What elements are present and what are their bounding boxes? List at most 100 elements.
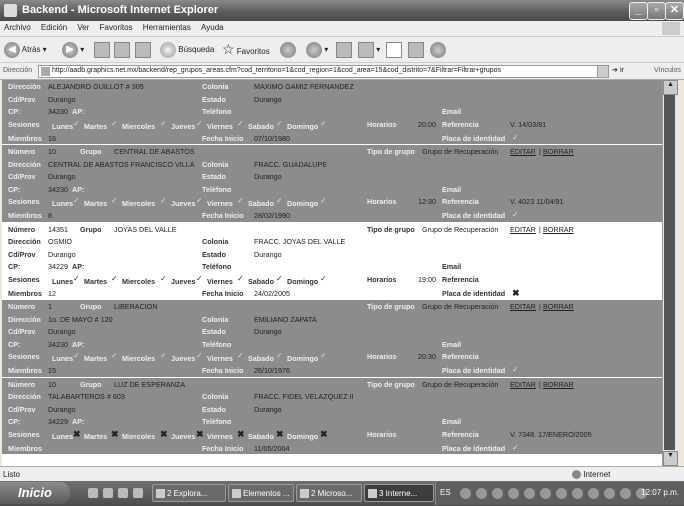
menu-archivo[interactable]: Archivo: [0, 21, 35, 34]
tray-icon[interactable]: [620, 488, 631, 499]
edit-link[interactable]: EDITAR: [510, 147, 536, 156]
colonia-value: MAXIMO GAMIZ FERNANDEZ: [254, 82, 354, 91]
address-row: Dirección 1o. DE MAYO # 120 Colonia EMILIAN…: [2, 313, 662, 326]
tray-icon[interactable]: [524, 488, 535, 499]
scroll-down-icon[interactable]: ▼: [663, 451, 678, 466]
language-indicator[interactable]: ES: [440, 488, 451, 497]
menu-edicion[interactable]: Edición: [37, 21, 71, 34]
group-record: Número 14351 Grupo JOYAS DEL VALLE Tipo de g…: [2, 222, 662, 300]
day-label: Viernes: [207, 121, 233, 131]
refresh-button[interactable]: [114, 41, 130, 58]
history-icon: [280, 41, 296, 58]
tray-icon[interactable]: [492, 488, 503, 499]
link-separator: |: [539, 302, 541, 311]
title-bar: Backend - Microsoft Internet Explorer _ …: [0, 0, 684, 21]
toolbar: ◀ Atrás ▾ ▶ ▾ ⌕ Búsqueda ☆ Favoritos ▾ ▾: [0, 37, 684, 63]
taskbar-internet[interactable]: 3 Interne...: [364, 484, 434, 502]
links-label[interactable]: Vínculos: [654, 67, 681, 74]
check-icon: ✓: [160, 273, 167, 283]
go-button[interactable]: ➔ Ir: [612, 66, 624, 74]
scroll-up-icon[interactable]: ▲: [663, 80, 678, 95]
ap-label: AP:: [72, 107, 85, 116]
tray-icon[interactable]: [540, 488, 551, 499]
taskbar-explorer[interactable]: 2 Explora...: [152, 484, 226, 502]
day-label: Lunes: [52, 199, 74, 208]
back-arrow-icon: ◀: [4, 41, 20, 58]
mail-button[interactable]: ▾: [306, 41, 328, 58]
referencia-value: V. 7348. 17/ENERO/2005: [510, 429, 592, 439]
quicklaunch-media-icon[interactable]: [118, 488, 128, 498]
home-button[interactable]: [135, 41, 151, 58]
forward-arrow-icon: ▶: [62, 41, 78, 58]
minimize-button[interactable]: _: [629, 2, 648, 20]
cp-label: CP:: [8, 262, 21, 271]
print-button[interactable]: [336, 41, 352, 58]
quicklaunch-messenger-icon[interactable]: [133, 488, 143, 498]
estado-label: Estado: [202, 327, 226, 336]
forward-button[interactable]: ▶ ▾: [62, 41, 84, 58]
quicklaunch-ie-icon[interactable]: [103, 488, 113, 498]
city-row: Cd/Prov Durango Estado Durango: [2, 248, 662, 261]
delete-link[interactable]: BORRAR: [543, 302, 574, 311]
tray-icon[interactable]: [604, 488, 615, 499]
ap-label: AP:: [72, 262, 85, 271]
address-dropdown[interactable]: [597, 65, 609, 78]
search-button[interactable]: ⌕ Búsqueda: [160, 41, 214, 58]
taskbar-microsoft[interactable]: 2 Microso...: [296, 484, 362, 502]
scroll-thumb[interactable]: [664, 95, 675, 450]
tray-icon[interactable]: [588, 488, 599, 499]
start-button[interactable]: Inicio: [0, 482, 70, 504]
messenger-button[interactable]: [430, 41, 446, 58]
tray-icon[interactable]: [572, 488, 583, 499]
email-label: Email: [442, 262, 462, 271]
direccion-value: TALABARTEROS # 603: [48, 392, 125, 401]
menu-herramientas[interactable]: Herramientas: [139, 21, 195, 34]
system-tray: ES 12:07 p.m.: [435, 482, 684, 505]
menu-ayuda[interactable]: Ayuda: [197, 21, 228, 34]
day-label: Jueves: [171, 431, 196, 441]
tray-icon[interactable]: [556, 488, 567, 499]
tray-icon[interactable]: [508, 488, 519, 499]
day-label: Sabado: [248, 199, 274, 208]
favorites-button[interactable]: ☆ Favoritos: [222, 41, 270, 58]
discuss-button[interactable]: [386, 41, 402, 58]
maximize-button[interactable]: ▫: [647, 2, 666, 20]
day-label: Miercoles: [122, 354, 156, 363]
edit-button[interactable]: ▾: [358, 41, 380, 58]
day-label: Martes: [84, 199, 108, 208]
vertical-scrollbar[interactable]: ▲ ▼: [662, 80, 678, 466]
tray-icon[interactable]: [476, 488, 487, 499]
edit-link[interactable]: EDITAR: [510, 380, 536, 389]
cdprov-label: Cd/Prov: [8, 249, 36, 259]
research-button[interactable]: [408, 41, 424, 58]
check-icon: ✓: [320, 196, 327, 205]
link-separator: |: [539, 147, 541, 156]
menu-favoritos[interactable]: Favoritos: [96, 21, 137, 34]
stop-button[interactable]: [94, 41, 110, 58]
close-button[interactable]: ✕: [665, 2, 684, 20]
numero-label: Número: [8, 224, 36, 234]
edit-link[interactable]: EDITAR: [510, 302, 536, 311]
tipo-label: Tipo de grupo: [367, 224, 415, 234]
estado-label: Estado: [202, 94, 226, 104]
taskbar-elementos[interactable]: Elementos ...: [228, 484, 294, 502]
delete-link[interactable]: BORRAR: [543, 147, 574, 156]
cp-value: 34229: [48, 262, 68, 271]
estado-label: Estado: [202, 249, 226, 259]
placa-label: Placa de identidad: [442, 443, 506, 453]
delete-link[interactable]: BORRAR: [543, 225, 574, 234]
day-label: Martes: [84, 431, 108, 441]
address-input[interactable]: http://aadb.graphics.net.mx/backend/rep_…: [38, 65, 600, 78]
grupo-label: Grupo: [80, 379, 102, 389]
check-icon: ✓: [196, 118, 203, 128]
history-button[interactable]: [280, 41, 296, 58]
quicklaunch-desktop-icon[interactable]: [88, 488, 98, 498]
day-label: Domingo: [287, 199, 319, 208]
colonia-label: Colonia: [202, 237, 229, 246]
cp-value: 34229: [48, 417, 68, 426]
back-button[interactable]: ◀ Atrás ▾: [4, 41, 47, 58]
edit-link[interactable]: EDITAR: [510, 225, 536, 234]
tray-icon[interactable]: [460, 488, 471, 499]
menu-ver[interactable]: Ver: [73, 21, 93, 34]
delete-link[interactable]: BORRAR: [543, 380, 574, 389]
